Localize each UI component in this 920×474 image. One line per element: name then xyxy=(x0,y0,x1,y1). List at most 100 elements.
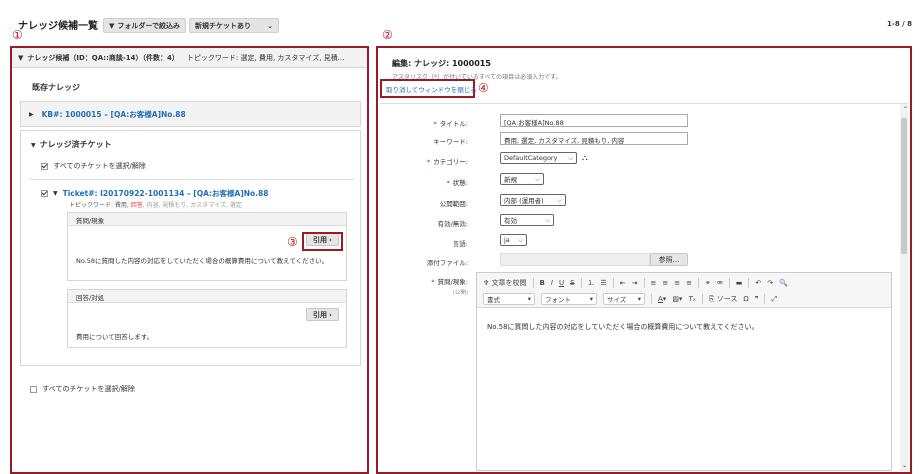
scroll-down-icon: ⌄ xyxy=(902,462,908,469)
proof-button[interactable]: ♆ 文章を校閲 xyxy=(483,278,527,288)
align-left-icon[interactable]: ≡ xyxy=(651,279,657,287)
underline-icon[interactable]: U xyxy=(559,279,564,287)
category-select[interactable]: DefaultCategory ⌵ xyxy=(500,152,577,164)
valid-label: 有効/無効: xyxy=(437,220,468,228)
horizontal-rule-icon[interactable]: ▬ xyxy=(736,279,743,287)
ticket-item: ▼ Ticket#: I20170922-1001134 – [QA:お客様A]… xyxy=(29,179,354,357)
chevron-down-icon: ⌵ xyxy=(568,153,573,162)
proofread-icon: ♆ xyxy=(483,279,490,287)
existing-knowledge-label: 既存ナレッジ xyxy=(32,83,80,92)
size-select[interactable]: サイズ ▾ xyxy=(603,293,645,305)
special-char-icon[interactable]: Ω xyxy=(743,295,748,303)
language-select[interactable]: ja ⌵ xyxy=(500,234,527,246)
chevron-down-icon: ⌵ xyxy=(518,235,523,244)
font-select[interactable]: フォント ▾ xyxy=(541,293,597,305)
answer-text: 費用について回答します。 xyxy=(76,333,154,341)
attachment-field[interactable] xyxy=(500,253,650,266)
blockquote-icon[interactable]: ❞ xyxy=(755,295,759,303)
collapse-caret-icon: ▼ xyxy=(18,53,24,62)
undo-icon[interactable]: ↶ xyxy=(755,279,761,287)
source-button[interactable]: ⎘ ソース xyxy=(709,294,738,304)
bullet-list-icon[interactable]: ☰ xyxy=(601,279,607,287)
pagination-counter: 1-8 / 8 xyxy=(887,20,912,28)
format-select[interactable]: 書式 ▾ xyxy=(483,293,535,305)
keyword-label: キーワード: xyxy=(433,138,468,146)
select-all-tickets-bottom[interactable]: すべてのチケットを選択/解除 xyxy=(30,384,135,394)
outdent-icon[interactable]: ⇤ xyxy=(620,279,626,287)
italic-icon[interactable]: I xyxy=(551,279,553,287)
editor-content[interactable]: No.58に質問した内容の対応をしていただく場合の概算費用について教えてください… xyxy=(477,308,891,346)
filter-icon: ▼ xyxy=(109,21,115,30)
scroll-up-icon: ⌃ xyxy=(903,106,909,113)
answer-label: 回答/対処 xyxy=(68,290,346,303)
align-justify-icon[interactable]: ≡ xyxy=(686,279,692,287)
keyword-input[interactable]: 費用, 選定, カスタマイズ, 見積もり, 内容 xyxy=(500,132,688,145)
title-input[interactable]: [QA:お客様A]No.88 xyxy=(500,114,688,127)
scope-label: 公開範囲: xyxy=(439,200,468,208)
source-icon: ⎘ xyxy=(708,295,715,303)
title-label: * タイトル: xyxy=(433,120,468,128)
expand-caret-icon: ▶ xyxy=(29,110,34,118)
question-public-note: (公開) xyxy=(452,290,468,296)
kb-link[interactable]: KB#: 1000015 – [QA:お客様A]No.88 xyxy=(42,109,186,120)
folder-filter-button[interactable]: ▼ フォルダーで絞込み xyxy=(103,18,186,33)
chevron-down-icon: ⌵ xyxy=(535,174,540,183)
search-icon[interactable]: 🔍 xyxy=(779,279,788,287)
category-label: * カテゴリー: xyxy=(427,158,468,166)
bg-color-icon[interactable]: ▨▾ xyxy=(672,295,682,303)
category-tree-icon[interactable]: ⛬ xyxy=(582,153,588,163)
strike-icon[interactable]: S xyxy=(570,279,574,287)
browse-button[interactable]: 参照... xyxy=(650,253,688,266)
scope-select[interactable]: 内部 (運用者) ⌵ xyxy=(500,194,566,206)
cancel-close-link-frame: 取り消してウィンドウを閉じる xyxy=(380,79,477,98)
knowledge-edit-panel: 編集: ナレッジ: 1000015 アスタリスク（*）が付いているすべての項目は… xyxy=(376,46,912,474)
cancel-close-link[interactable]: 取り消してウィンドウを閉じる xyxy=(386,84,477,94)
edit-title: 編集: ナレッジ: 1000015 xyxy=(392,59,491,68)
numbered-list-icon[interactable]: ⒈ xyxy=(588,278,595,288)
checkbox[interactable] xyxy=(30,385,37,393)
answered-tickets-header[interactable]: ▼ ナレッジ済チケット xyxy=(31,139,112,150)
quote-button[interactable]: 引用 › xyxy=(306,308,339,321)
knowledge-candidate-panel: ▼ ナレッジ候補（ID：QA::商談-14）（件数：4） トピックワード: 選定… xyxy=(10,46,369,474)
select-all-tickets[interactable]: すべてのチケットを選択/解除 xyxy=(41,161,146,171)
attachment-label: 添付ファイル: xyxy=(426,259,468,267)
language-label: 言語: xyxy=(452,240,468,248)
chevron-down-icon: ⌄ xyxy=(267,21,273,30)
align-right-icon[interactable]: ≡ xyxy=(674,279,680,287)
marker-4: ④ xyxy=(478,81,489,95)
redo-icon[interactable]: ↷ xyxy=(767,279,773,287)
indent-icon[interactable]: ⇥ xyxy=(632,279,638,287)
chevron-down-icon: ⌵ xyxy=(557,195,562,204)
bold-icon[interactable]: B xyxy=(540,279,545,287)
caret-down-icon: ▾ xyxy=(527,295,531,303)
valid-select[interactable]: 有効 ⌵ xyxy=(500,214,554,226)
chevron-right-icon: › xyxy=(329,310,332,319)
align-center-icon[interactable]: ≡ xyxy=(662,279,668,287)
question-label: 質問/現象 xyxy=(68,213,346,226)
new-ticket-select[interactable]: 新規チケットあり ⌄ xyxy=(189,18,279,33)
candidate-header[interactable]: ▼ ナレッジ候補（ID：QA::商談-14）（件数：4） トピックワード: 選定… xyxy=(12,48,367,68)
maximize-icon[interactable]: ⤢ xyxy=(771,295,777,304)
kb-row[interactable]: ▶ KB#: 1000015 – [QA:お客様A]No.88 xyxy=(20,101,361,127)
page-title: ナレッジ候補一覧 xyxy=(18,21,98,32)
caret-down-icon: ▾ xyxy=(589,295,593,303)
link-icon[interactable]: ⚭ xyxy=(705,279,711,287)
edit-form: * タイトル: [QA:お客様A]No.88 キーワード: 費用, 選定, カスタ… xyxy=(380,103,908,471)
text-color-icon[interactable]: A▾ xyxy=(658,295,666,303)
checkbox[interactable] xyxy=(41,162,48,170)
scroll-thumb[interactable] xyxy=(901,118,907,254)
unlink-icon[interactable]: ⚮ xyxy=(717,279,723,287)
scrollbar[interactable]: ⌃ ⌄ xyxy=(900,104,908,471)
chevron-down-icon: ⌵ xyxy=(545,215,550,224)
remove-format-icon[interactable]: Tₓ xyxy=(688,295,695,303)
marker-3: ③ xyxy=(287,235,298,249)
collapse-caret-icon: ▼ xyxy=(31,142,36,149)
ticket-link[interactable]: Ticket#: I20170922-1001134 – [QA:お客様A]No… xyxy=(63,188,269,199)
rich-text-editor: ♆ 文章を校閲 BIUS ⒈ ☰ ⇤ ⇥ ≡ ≡ ≡ ≡ ⚭ ⚮ ▬ ↶ ↷ 🔍 xyxy=(476,272,892,471)
collapse-caret-icon: ▼ xyxy=(53,190,58,197)
quote-highlight xyxy=(302,232,343,251)
question-field-label: * 質問/現象: xyxy=(431,278,468,286)
caret-down-icon: ▾ xyxy=(637,295,641,303)
ticket-checkbox[interactable] xyxy=(41,190,48,197)
state-select[interactable]: 新規 ⌵ xyxy=(500,173,544,185)
